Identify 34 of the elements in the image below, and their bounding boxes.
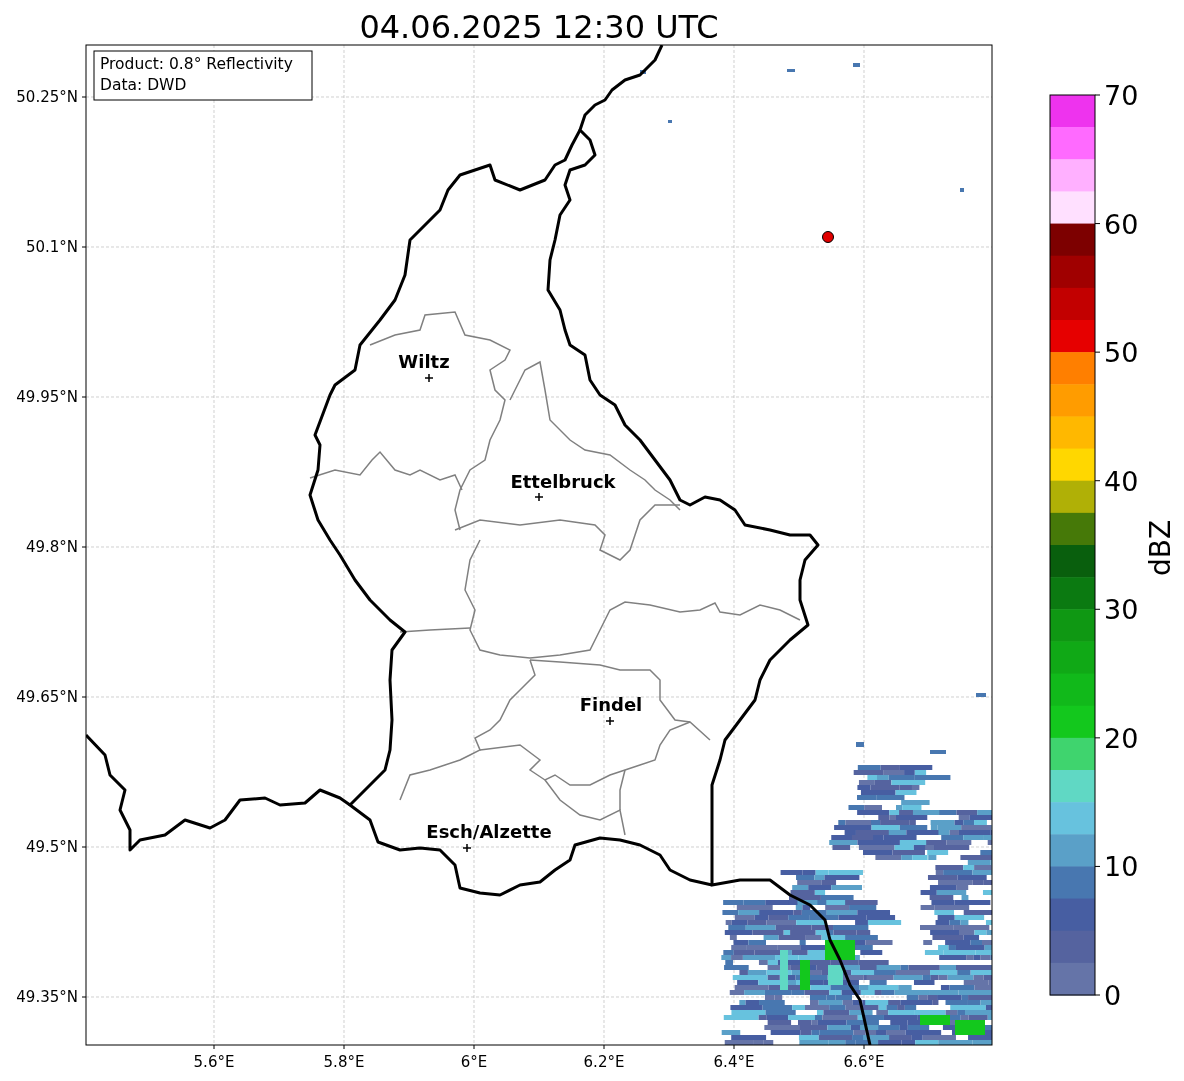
longitude-label: 6.2°E	[583, 1053, 625, 1071]
longitude-label: 6.4°E	[713, 1053, 755, 1071]
longitude-label: 5.8°E	[323, 1053, 365, 1071]
city-label: Esch/Alzette	[426, 821, 552, 842]
colorbar-label: dBZ	[1144, 519, 1177, 577]
longitude-label: 6.6°E	[843, 1053, 885, 1071]
latitude-label: 49.5°N	[25, 838, 78, 856]
longitude-label: 6°E	[460, 1053, 488, 1071]
latitude-label: 50.25°N	[16, 88, 78, 106]
city-label: Wiltz	[398, 351, 450, 372]
longitude-label: 5.6°E	[193, 1053, 235, 1071]
colorbar-tick-label: 70	[1104, 80, 1139, 111]
colorbar-tick-label: 60	[1104, 208, 1139, 240]
info-text: Data: DWD	[100, 76, 187, 94]
city-marker-icon	[424, 373, 434, 383]
latitude-label: 49.95°N	[16, 388, 78, 406]
city-label: Findel	[579, 694, 643, 715]
colorbar-tick-label: 0	[1104, 980, 1122, 1011]
city-marker-icon	[534, 492, 544, 502]
latitude-label: 49.65°N	[16, 688, 78, 706]
colorbar-tick-label: 50	[1104, 337, 1139, 369]
colorbar-tick-label: 10	[1104, 851, 1139, 883]
city-marker-icon	[462, 843, 472, 853]
city-label: Ettelbruck	[510, 471, 616, 492]
city-marker-icon	[605, 716, 615, 726]
colorbar-tick-label: 30	[1104, 594, 1139, 626]
latitude-label: 49.8°N	[25, 538, 78, 556]
location-dot	[822, 231, 834, 243]
colorbar-tick-label: 40	[1104, 465, 1139, 497]
latitude-label: 50.1°N	[25, 238, 78, 256]
colorbar-tick-label: 20	[1104, 722, 1139, 754]
latitude-label: 49.35°N	[16, 988, 78, 1006]
info-text: Product: 0.8° Reflectivity	[100, 55, 293, 73]
chart-title: 04.06.2025 12:30 UTC	[359, 8, 719, 46]
